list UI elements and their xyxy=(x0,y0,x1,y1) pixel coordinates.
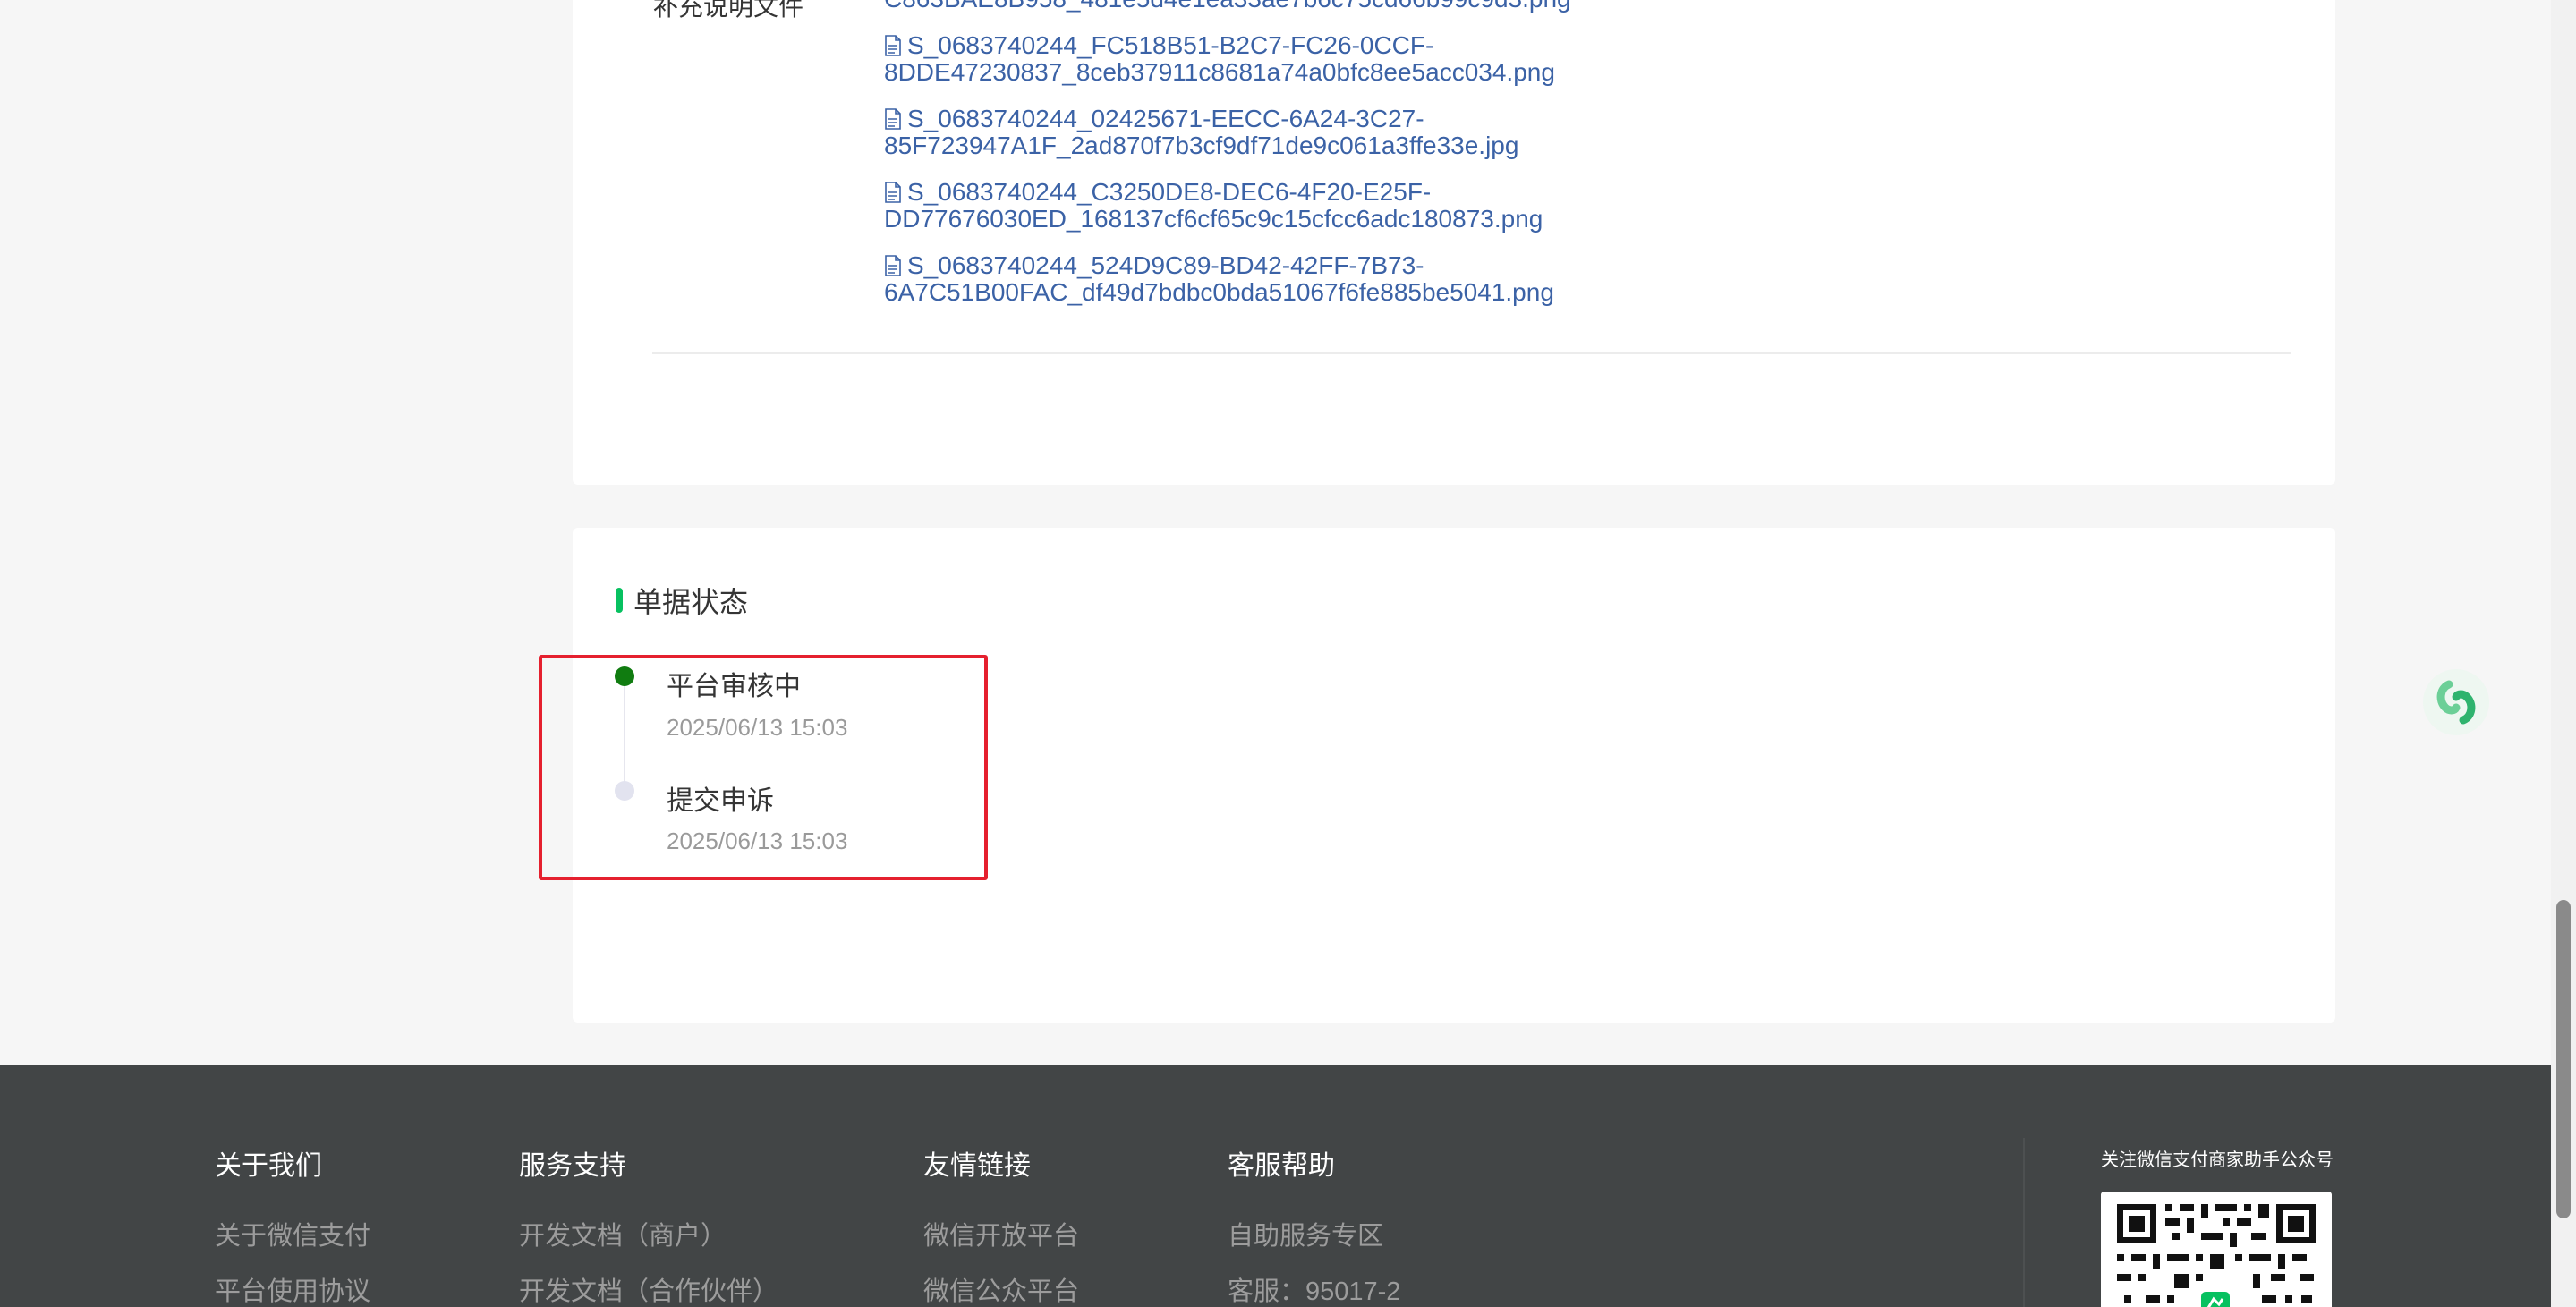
file-name-line: 6A7C51B00FAC_df49d7bdbc0bda51067f6fe885b… xyxy=(884,278,1554,306)
footer-divider xyxy=(2023,1138,2025,1307)
footer-column-heading: 关于我们 xyxy=(215,1151,322,1181)
file-icon xyxy=(885,255,901,276)
status-title-text: 单据状态 xyxy=(633,586,749,618)
qr-code-icon xyxy=(2101,1192,2332,1307)
footer-column-heading: 友情链接 xyxy=(923,1151,1031,1181)
timeline-dot-active xyxy=(615,666,634,686)
attachment-file-link[interactable]: S_0683740244_02425671-EECC-6A24-3C27- 85… xyxy=(884,106,2047,159)
scrollbar-thumb[interactable] xyxy=(2556,900,2571,1218)
footer-link[interactable]: 客服：95017-2 xyxy=(1228,1270,1400,1307)
footer-column-links: 友情链接 微信开放平台 微信公众平台 xyxy=(923,1143,1079,1307)
divider xyxy=(652,352,2291,354)
wechat-pay-logo-icon[interactable] xyxy=(2423,669,2489,735)
file-name-line: 85F723947A1F_2ad870f7b3cf9df71de9c061a3f… xyxy=(884,132,1519,159)
footer-column-help: 客服帮助 自助服务专区 客服：95017-2 xyxy=(1228,1143,1400,1307)
attachment-label: 补充说明文件 xyxy=(653,0,804,21)
timeline-step-time: 2025/06/13 15:03 xyxy=(667,714,848,741)
file-icon xyxy=(885,182,901,203)
footer-column-heading: 服务支持 xyxy=(519,1151,626,1181)
footer-column-heading: 客服帮助 xyxy=(1228,1151,1335,1181)
file-name-line: DD77676030ED_168137cf6cf65c9c15cfcc6adc1… xyxy=(884,205,1543,233)
timeline-line xyxy=(624,680,625,785)
attachment-list: C863BAE8B958_481e5d4e1ea33ae7b6c75cd66b9… xyxy=(884,0,2047,326)
file-icon xyxy=(885,108,901,130)
footer-link[interactable]: 自助服务专区 xyxy=(1228,1215,1400,1252)
file-icon xyxy=(885,35,901,56)
status-section-title: 单据状态 xyxy=(616,580,748,621)
footer-link[interactable]: 平台使用协议 xyxy=(215,1270,370,1307)
file-name-line: 8DDE47230837_8ceb37911c8681a74a0bfc8ee5a… xyxy=(884,58,1555,86)
footer-link[interactable]: 开发文档（商户） xyxy=(519,1215,778,1252)
attachment-file-link[interactable]: S_0683740244_524D9C89-BD42-42FF-7B73- 6A… xyxy=(884,252,2047,306)
file-name-line: S_0683740244_FC518B51-B2C7-FC26-0CCF- xyxy=(907,31,1434,59)
file-name-line: C863BAE8B958_481e5d4e1ea33ae7b6c75cd66b9… xyxy=(884,0,1571,13)
footer-link[interactable]: 微信开放平台 xyxy=(923,1215,1079,1252)
title-accent-bar xyxy=(616,588,623,613)
timeline-step-name: 提交申诉 xyxy=(667,786,774,816)
footer-column-about: 关于我们 关于微信支付 平台使用协议 xyxy=(215,1143,370,1307)
file-name-line: S_0683740244_524D9C89-BD42-42FF-7B73- xyxy=(907,251,1424,279)
timeline-step-time: 2025/06/13 15:03 xyxy=(667,827,848,854)
timeline-step-name: 平台审核中 xyxy=(667,672,801,701)
attachment-file-link[interactable]: S_0683740244_C3250DE8-DEC6-4F20-E25F- DD… xyxy=(884,179,2047,233)
file-name-line: S_0683740244_02425671-EECC-6A24-3C27- xyxy=(907,105,1424,132)
attachment-file-link[interactable]: C863BAE8B958_481e5d4e1ea33ae7b6c75cd66b9… xyxy=(884,0,2047,13)
file-name-line: S_0683740244_C3250DE8-DEC6-4F20-E25F- xyxy=(907,178,1432,206)
attachment-file-link[interactable]: S_0683740244_FC518B51-B2C7-FC26-0CCF- 8D… xyxy=(884,32,2047,86)
footer-link[interactable]: 开发文档（合作伙伴） xyxy=(519,1270,778,1307)
footer-link[interactable]: 关于微信支付 xyxy=(215,1215,370,1252)
timeline-dot-done xyxy=(615,781,634,801)
footer-column-support: 服务支持 开发文档（商户） 开发文档（合作伙伴） xyxy=(519,1143,778,1307)
qr-label: 关注微信支付商家助手公众号 xyxy=(2101,1150,2334,1170)
footer-link[interactable]: 微信公众平台 xyxy=(923,1270,1079,1307)
